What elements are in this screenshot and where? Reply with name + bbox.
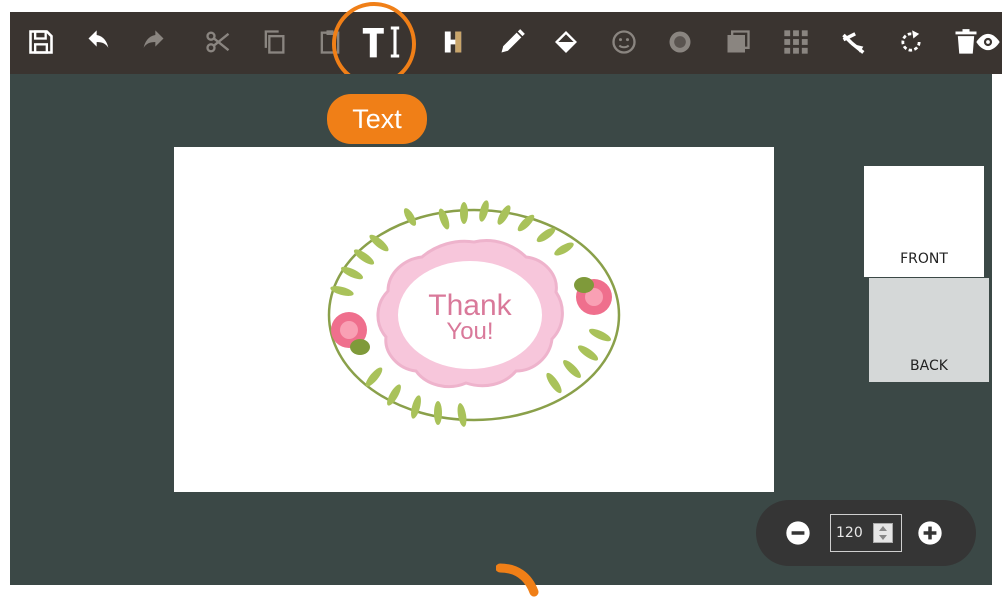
zoom-in-icon[interactable] (916, 519, 944, 547)
right-strip (992, 74, 1002, 585)
fill-icon[interactable] (548, 24, 584, 60)
left-strip (0, 0, 10, 585)
front-side-thumbnail[interactable]: FRONT (864, 166, 984, 277)
orange-arrow-fragment (496, 563, 539, 597)
zoom-level-field[interactable]: 120 (830, 514, 902, 552)
text-icon[interactable] (356, 24, 406, 60)
card-preview[interactable]: Thank You! (174, 147, 774, 492)
badge-icon[interactable] (662, 24, 698, 60)
rotate-icon[interactable] (893, 24, 929, 60)
toolbar (10, 12, 1002, 74)
text-tooltip: Text (327, 94, 427, 144)
back-side-thumbnail[interactable]: BACK (869, 278, 989, 382)
pencil-icon[interactable] (494, 24, 530, 60)
crop-icon[interactable] (836, 24, 872, 60)
redo-icon[interactable] (135, 24, 171, 60)
zoom-level-value: 120 (836, 525, 863, 541)
save-icon[interactable] (23, 24, 59, 60)
layer-icon[interactable] (720, 24, 756, 60)
undo-icon[interactable] (81, 24, 117, 60)
copy-icon[interactable] (256, 24, 292, 60)
zoom-control: 120 (756, 500, 976, 566)
zoom-out-icon[interactable] (784, 519, 812, 547)
front-label: FRONT (900, 251, 948, 267)
face-icon[interactable] (606, 24, 642, 60)
letter-h-icon[interactable] (435, 24, 471, 60)
card-text-line2: You! (446, 318, 493, 345)
eye-icon[interactable] (970, 24, 1002, 60)
paste-icon[interactable] (312, 24, 348, 60)
zoom-spinner[interactable] (873, 523, 893, 543)
cut-icon[interactable] (200, 24, 236, 60)
grid-icon[interactable] (778, 24, 814, 60)
back-label: BACK (910, 358, 948, 374)
thank-you-wreath: Thank You! (327, 200, 621, 427)
